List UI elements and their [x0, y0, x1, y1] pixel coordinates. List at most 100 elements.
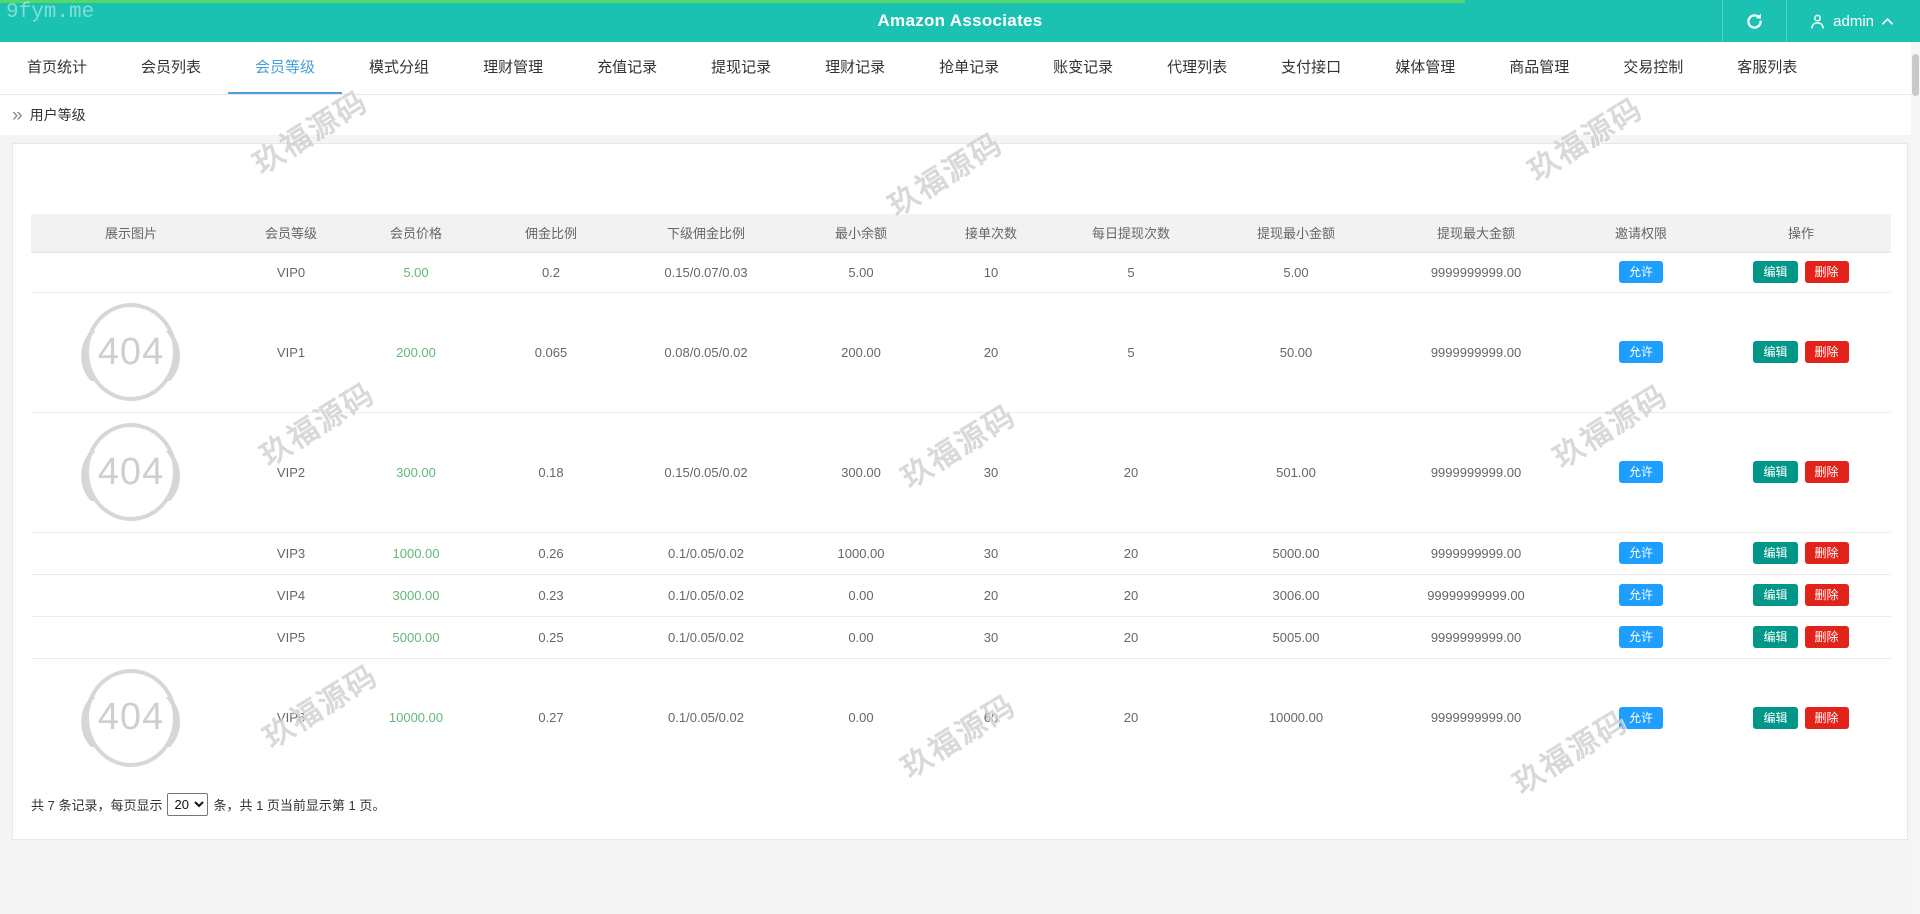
price-cell: 10000.00	[351, 657, 481, 777]
delete-button[interactable]: 删除	[1804, 584, 1849, 606]
edit-button[interactable]: 编辑	[1753, 341, 1798, 363]
loading-progress-bar	[0, 0, 1465, 3]
min-withdraw-cell: 50.00	[1211, 291, 1381, 412]
nav-tab[interactable]: 提现记录	[684, 42, 798, 94]
edit-button[interactable]: 编辑	[1753, 461, 1798, 483]
edit-button[interactable]: 编辑	[1753, 542, 1798, 564]
nav-tab[interactable]: 充值记录	[570, 42, 684, 94]
order-count-cell: 30	[931, 531, 1051, 574]
delete-button[interactable]: 删除	[1804, 341, 1849, 363]
delete-button[interactable]: 删除	[1804, 261, 1849, 283]
nav-tab[interactable]: 媒体管理	[1368, 42, 1482, 94]
user-menu[interactable]: admin	[1786, 0, 1920, 42]
max-withdraw-cell: 99999999999.00	[1381, 573, 1571, 616]
level-image-cell: (404)	[31, 657, 231, 777]
allow-button[interactable]: 允许	[1618, 542, 1663, 564]
scrollbar-thumb[interactable]	[1912, 54, 1919, 96]
sub-commission-cell: 0.1/0.05/0.02	[621, 657, 791, 777]
commission-cell: 0.25	[481, 615, 621, 658]
column-header: 提现最小金额	[1211, 214, 1381, 252]
nav-tab[interactable]: 模式分组	[342, 42, 456, 94]
invite-permission-cell: 允许	[1571, 411, 1711, 532]
broken-image-404: (404)	[78, 423, 183, 521]
level-cell: VIP6	[231, 657, 351, 777]
page-size-select[interactable]: 20	[167, 793, 209, 816]
sub-commission-cell: 0.1/0.05/0.02	[621, 531, 791, 574]
edit-button[interactable]: 编辑	[1753, 706, 1798, 729]
pagination-text-prefix: 共 7 条记录，每页显示	[31, 798, 163, 813]
double-chevron-icon: »	[12, 104, 23, 126]
min-balance-cell: 1000.00	[791, 531, 931, 574]
table-row: (404) VIP6 10000.00 0.27 0.1/0.05/0.02 0.00 60…	[31, 657, 1891, 777]
nav-tab[interactable]: 抢单记录	[912, 42, 1026, 94]
table-card: 展示图片 会员等级 会员价格 佣金比例 下级佣金比例 最小余额 接单次数 每日提现次数 提现最小…	[12, 143, 1908, 840]
table-row: (404) VIP1 200.00 0.065 0.08/0.05/0.02 200.00…	[31, 291, 1891, 412]
level-image-cell: (404)	[31, 291, 231, 412]
sub-commission-cell: 0.1/0.05/0.02	[621, 615, 791, 658]
allow-button[interactable]: 允许	[1618, 261, 1663, 283]
edit-button[interactable]: 编辑	[1753, 584, 1798, 606]
sub-commission-cell: 0.1/0.05/0.02	[621, 573, 791, 616]
operations-cell: 编辑 删除	[1711, 531, 1891, 574]
nav-tab[interactable]: 首页统计	[0, 42, 114, 94]
nav-tab[interactable]: 理财管理	[456, 42, 570, 94]
column-header: 佣金比例	[481, 214, 621, 252]
column-header: 提现最大金额	[1381, 214, 1571, 252]
allow-button[interactable]: 允许	[1618, 461, 1663, 483]
min-withdraw-cell: 5.00	[1211, 251, 1381, 292]
max-withdraw-cell: 9999999999.00	[1381, 291, 1571, 412]
max-withdraw-cell: 9999999999.00	[1381, 411, 1571, 532]
nav-tab[interactable]: 理财记录	[798, 42, 912, 94]
sub-commission-cell: 0.15/0.07/0.03	[621, 251, 791, 292]
daily-withdraw-count-cell: 5	[1051, 251, 1211, 292]
level-image-cell	[31, 573, 231, 616]
allow-button[interactable]: 允许	[1618, 341, 1663, 363]
delete-button[interactable]: 删除	[1804, 461, 1849, 483]
level-cell: VIP5	[231, 615, 351, 658]
nav-tab-active[interactable]: 会员等级	[228, 42, 343, 94]
edit-button[interactable]: 编辑	[1753, 261, 1798, 283]
nav-tab[interactable]: 会员列表	[114, 42, 228, 94]
commission-cell: 0.065	[481, 291, 621, 412]
delete-button[interactable]: 删除	[1804, 706, 1849, 729]
corner-watermark: 9fym.me	[6, 1, 95, 24]
allow-button[interactable]: 允许	[1618, 584, 1663, 606]
delete-button[interactable]: 删除	[1804, 626, 1849, 648]
invite-permission-cell: 允许	[1571, 657, 1711, 777]
refresh-icon	[1745, 12, 1764, 31]
scrollbar[interactable]	[1911, 42, 1920, 914]
nav-tab[interactable]: 交易控制	[1596, 42, 1710, 94]
order-count-cell: 30	[931, 411, 1051, 532]
commission-cell: 0.27	[481, 657, 621, 777]
nav-tab[interactable]: 账变记录	[1026, 42, 1140, 94]
commission-cell: 0.26	[481, 531, 621, 574]
allow-button[interactable]: 允许	[1618, 706, 1663, 729]
order-count-cell: 20	[931, 291, 1051, 412]
nav-tab[interactable]: 代理列表	[1140, 42, 1254, 94]
commission-cell: 0.18	[481, 411, 621, 532]
nav-tab[interactable]: 客服列表	[1710, 42, 1824, 94]
refresh-button[interactable]	[1722, 0, 1786, 42]
table-header-row: 展示图片 会员等级 会员价格 佣金比例 下级佣金比例 最小余额 接单次数 每日提现次数 提现最小…	[31, 214, 1891, 252]
nav-tab[interactable]: 商品管理	[1482, 42, 1596, 94]
max-withdraw-cell: 9999999999.00	[1381, 657, 1571, 777]
level-image-cell	[31, 251, 231, 292]
column-header: 邀请权限	[1571, 214, 1711, 252]
price-cell: 3000.00	[351, 573, 481, 616]
nav-tab[interactable]: 支付接口	[1254, 42, 1368, 94]
table-row: VIP5 5000.00 0.25 0.1/0.05/0.02 0.00 30 20 5005…	[31, 615, 1891, 658]
order-count-cell: 60	[931, 657, 1051, 777]
commission-cell: 0.23	[481, 573, 621, 616]
table-row: VIP0 5.00 0.2 0.15/0.07/0.03 5.00 10 5 5.00 9999…	[31, 251, 1891, 292]
sub-commission-cell: 0.08/0.05/0.02	[621, 291, 791, 412]
edit-button[interactable]: 编辑	[1753, 626, 1798, 648]
column-header: 接单次数	[931, 214, 1051, 252]
invite-permission-cell: 允许	[1571, 531, 1711, 574]
operations-cell: 编辑 删除	[1711, 411, 1891, 532]
user-icon	[1809, 13, 1826, 30]
delete-button[interactable]: 删除	[1804, 542, 1849, 564]
allow-button[interactable]: 允许	[1618, 626, 1663, 648]
min-balance-cell: 200.00	[791, 291, 931, 412]
table-row: VIP3 1000.00 0.26 0.1/0.05/0.02 1000.00 30 20 5…	[31, 531, 1891, 574]
price-cell: 5000.00	[351, 615, 481, 658]
